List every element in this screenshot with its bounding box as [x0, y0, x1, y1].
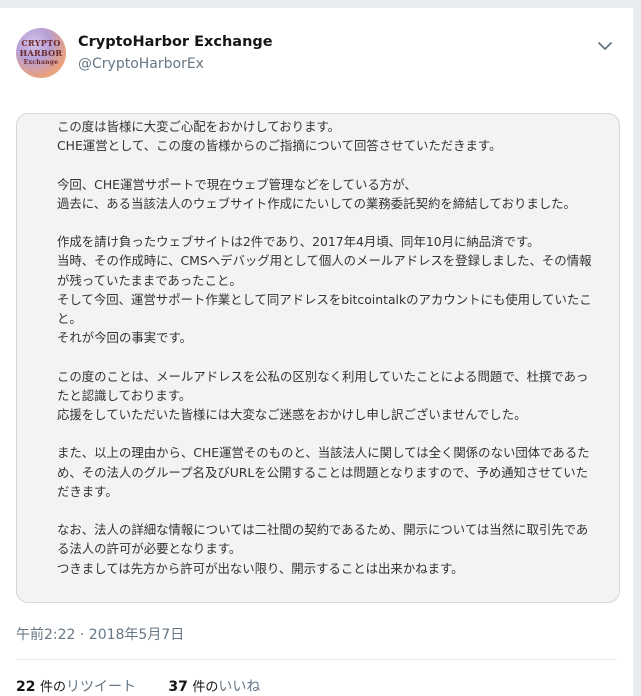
retweet-unit: 件の [39, 680, 66, 695]
tweet-card: CRYPTO HARBOR Exchange CryptoHarbor Exch… [0, 8, 633, 696]
author-display-name[interactable]: CryptoHarbor Exchange [78, 34, 273, 50]
like-count: 37 [168, 679, 188, 695]
retweet-count: 22 [16, 679, 36, 695]
chevron-down-icon[interactable] [595, 36, 615, 56]
image-paragraph-3: 作成を請け負ったウェブサイトは2件であり、2017年4月頃、同年10月に納品済で… [57, 234, 592, 346]
tweet-stats: 22 件のリツイート 37 件のいいね [16, 676, 288, 696]
retweet-label: リツイート [65, 679, 136, 695]
avatar-logo: CRYPTO HARBOR Exchange [16, 38, 66, 68]
image-text-block: この度は皆様に大変ご心配をおかけしております。 CHE運営として、この度の皆様か… [17, 114, 619, 578]
like-stat[interactable]: 37 件のいいね [168, 676, 260, 696]
like-unit: 件の [192, 680, 219, 695]
avatar-line-1: CRYPTO [21, 38, 61, 48]
image-paragraph-5: また、以上の理由から、CHE運営そのものと、当該法人に関しては全く関係のない団体… [57, 445, 590, 499]
divider [16, 659, 617, 660]
tweet-header: CRYPTO HARBOR Exchange CryptoHarbor Exch… [16, 28, 617, 88]
avatar-line-2: HARBOR [19, 48, 63, 58]
retweet-stat[interactable]: 22 件のリツイート [16, 676, 136, 696]
author-handle[interactable]: @CryptoHarborEx [78, 56, 204, 72]
image-paragraph-1: この度は皆様に大変ご心配をおかけしております。 CHE運営として、この度の皆様か… [57, 119, 502, 154]
tweet-image[interactable]: この度は皆様に大変ご心配をおかけしております。 CHE運営として、この度の皆様か… [16, 113, 620, 603]
avatar-line-3: Exchange [23, 59, 59, 66]
tweet-timestamp[interactable]: 午前2:22 · 2018年5月7日 [16, 624, 184, 644]
image-paragraph-6: なお、法人の詳細な情報については二社間の契約であるため、開示については当然に取引… [57, 522, 589, 576]
image-paragraph-2: 今回、CHE運営サポートで現在ウェブ管理などをしている方が、 過去に、ある当該法… [57, 176, 576, 211]
avatar[interactable]: CRYPTO HARBOR Exchange [16, 28, 66, 78]
image-paragraph-4: この度のことは、メールアドレスを公私の区別なく利用していたことによる問題で、杜撰… [57, 368, 589, 422]
like-label: いいね [218, 679, 261, 695]
